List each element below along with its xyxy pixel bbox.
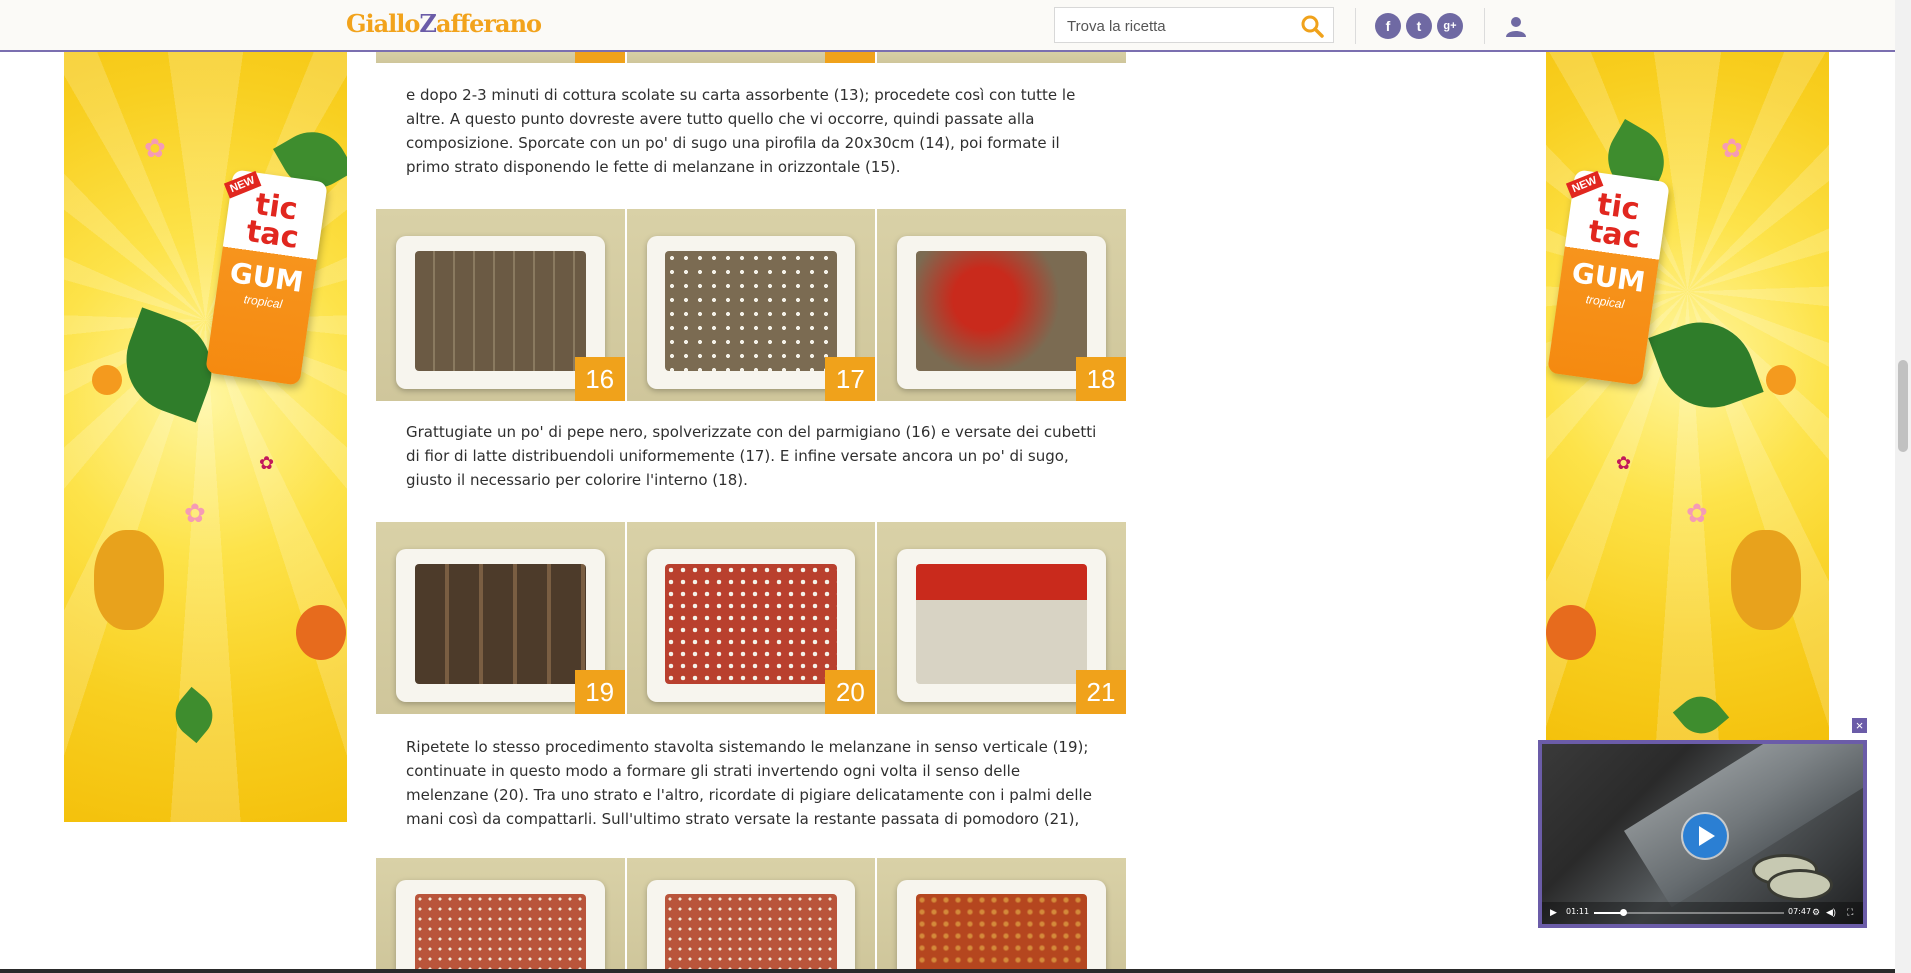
baking-dish [395, 235, 605, 390]
baking-dish [646, 235, 856, 390]
user-icon[interactable] [1504, 14, 1528, 38]
baked-layer [916, 893, 1088, 969]
recipe-step-text: Grattugiate un po' di pepe nero, spolver… [406, 423, 1097, 489]
ad-brand: tic tac [244, 186, 301, 256]
search-button[interactable] [1299, 13, 1325, 39]
flower: ✿ [259, 453, 275, 473]
top-layer [414, 893, 586, 969]
baking-dish [395, 548, 605, 703]
step-photo-16[interactable]: 16 [376, 209, 625, 401]
ad-banner-left[interactable]: ✿ ✿ ✿ NEW tic tac GUM tropical [64, 50, 347, 822]
baking-dish [897, 880, 1107, 969]
step-photo[interactable] [376, 858, 625, 969]
recipe-step-text: Ripetete lo stesso procedimento stavolta… [406, 738, 1092, 828]
pineapple [94, 530, 164, 630]
cheese-sauce-layer [665, 564, 837, 685]
window-bottom-edge [0, 969, 1895, 973]
close-icon[interactable]: × [1852, 718, 1867, 733]
eggplant-layer [414, 564, 586, 685]
baking-dish [646, 548, 856, 703]
baking-dish [897, 548, 1107, 703]
video-controls: ▶ 01:11 07:47 ⚙ ◀) ⛶ [1542, 902, 1863, 924]
ad-brand: tic tac [1586, 186, 1643, 256]
step-number: 16 [574, 357, 625, 401]
step-photo-17[interactable]: 17 [626, 209, 876, 401]
step-photo-21[interactable]: 21 [877, 522, 1127, 714]
twitter-icon[interactable]: t [1406, 13, 1432, 39]
facebook-icon[interactable]: f [1375, 13, 1401, 39]
logo-z: Z [419, 9, 437, 38]
site-header: GialloZafferano f t g+ [0, 0, 1895, 52]
flower: ✿ [144, 133, 166, 163]
top-layer [665, 893, 837, 969]
step-photo-20[interactable]: 20 [626, 522, 876, 714]
step-number: 21 [1076, 670, 1127, 714]
step-number: 17 [825, 357, 876, 401]
mango [1546, 605, 1596, 660]
orange-fruit [1766, 365, 1796, 395]
video-duration: 07:47 [1788, 907, 1812, 916]
page-scrollbar[interactable] [1895, 0, 1911, 973]
eggplant-slice [1767, 869, 1833, 901]
scrollbar-thumb[interactable] [1898, 360, 1908, 452]
fullscreen-icon[interactable]: ⛶ [1847, 907, 1853, 918]
baking-dish [395, 880, 605, 969]
step-number: 18 [1076, 357, 1127, 401]
search-input[interactable] [1065, 15, 1294, 37]
photo-strip-19-21: 19 20 21 [376, 522, 1127, 714]
photo-strip-bottom [376, 858, 1126, 969]
step-number: 20 [825, 670, 876, 714]
eggplant-layer [414, 251, 586, 372]
flower: ✿ [1686, 498, 1708, 528]
header-divider [1355, 8, 1356, 44]
step-photo[interactable] [877, 858, 1126, 969]
search-icon [1301, 15, 1324, 38]
sauce-layer [916, 251, 1088, 372]
header-divider [1484, 8, 1485, 44]
settings-icon[interactable]: ⚙ [1812, 907, 1820, 918]
flower: ✿ [184, 498, 206, 528]
mango [296, 605, 346, 660]
baking-dish [897, 235, 1107, 390]
video-current-time: 01:11 [1566, 907, 1590, 916]
mozzarella-layer [665, 251, 837, 372]
step-photo-19[interactable]: 19 [376, 522, 625, 714]
flower: ✿ [1616, 453, 1632, 473]
sauce-layer [916, 564, 1088, 685]
search-box [1054, 7, 1334, 43]
logo-text-left: Giallo [346, 9, 420, 38]
orange-fruit [92, 365, 122, 395]
ad-banner-right[interactable]: ✿ ✿ ✿ NEW tic tac GUM tropical [1546, 50, 1829, 740]
site-logo[interactable]: GialloZafferano [346, 9, 542, 38]
pineapple [1731, 530, 1801, 630]
step-number: 19 [574, 670, 625, 714]
logo-text-right: afferano [435, 9, 542, 38]
play-small-icon[interactable]: ▶ [1550, 907, 1557, 918]
baking-dish [646, 880, 856, 969]
step-photo-18[interactable]: 18 [877, 209, 1127, 401]
volume-icon[interactable]: ◀) [1826, 907, 1836, 918]
step-photo[interactable] [626, 858, 876, 969]
video-progress-fill [1594, 912, 1623, 914]
video-progress-knob[interactable] [1619, 909, 1627, 916]
googleplus-icon[interactable]: g+ [1437, 13, 1463, 39]
flower: ✿ [1721, 133, 1743, 163]
video-player[interactable]: ▶ 01:11 07:47 ⚙ ◀) ⛶ [1538, 740, 1867, 928]
photo-strip-16-18: 16 17 18 [376, 209, 1127, 401]
play-icon[interactable] [1683, 814, 1727, 858]
recipe-step-text: e dopo 2-3 minuti di cottura scolate su … [406, 86, 1076, 176]
